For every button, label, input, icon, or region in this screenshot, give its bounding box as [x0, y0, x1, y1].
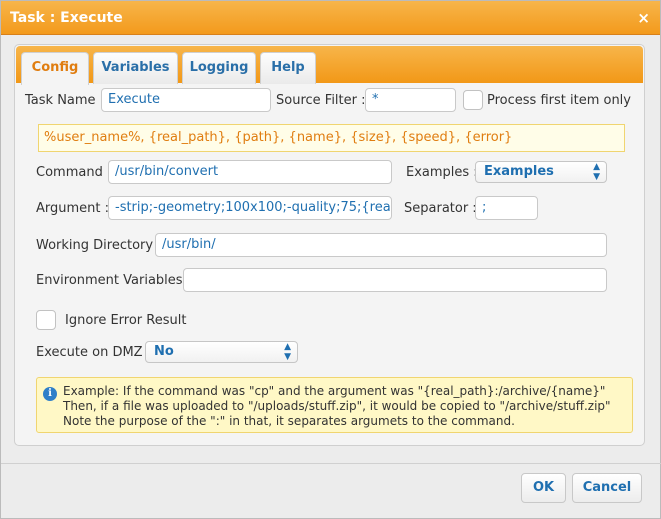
- cancel-button[interactable]: Cancel: [572, 473, 642, 503]
- execute-dmz-value: No: [154, 344, 174, 359]
- ignore-error-label: Ignore Error Result: [65, 313, 187, 328]
- environment-variables-label: Environment Variables :: [36, 273, 192, 288]
- task-name-input[interactable]: Execute: [101, 88, 271, 112]
- working-directory-input[interactable]: /usr/bin/: [155, 233, 607, 257]
- footer-divider: [1, 463, 661, 464]
- argument-label: Argument :: [36, 201, 110, 216]
- tab-help[interactable]: Help: [260, 52, 316, 84]
- ignore-error-checkbox[interactable]: [36, 310, 56, 330]
- close-icon[interactable]: ×: [637, 9, 650, 27]
- tab-variables[interactable]: Variables: [93, 52, 178, 84]
- examples-select-value: Examples: [484, 164, 554, 179]
- command-input[interactable]: /usr/bin/convert: [108, 160, 392, 184]
- execute-dmz-label: Execute on DMZ :: [36, 345, 152, 360]
- info-icon: i: [43, 387, 57, 401]
- separator-label: Separator :: [404, 201, 477, 216]
- title-bar: Task : Execute ×: [1, 1, 660, 35]
- select-arrows-icon: ▲ ▼: [593, 162, 600, 182]
- task-name-label: Task Name :: [25, 93, 105, 108]
- separator-input[interactable]: ;: [475, 196, 538, 220]
- ok-button[interactable]: OK: [521, 473, 566, 503]
- tab-bar: Config Variables Logging Help: [16, 46, 643, 85]
- tab-logging[interactable]: Logging: [182, 52, 256, 84]
- argument-input[interactable]: -strip;-geometry;100x100;-quality;75;{re…: [108, 196, 392, 220]
- source-filter-input[interactable]: *: [365, 88, 456, 112]
- config-panel: Config Variables Logging Help Task Name …: [14, 44, 645, 446]
- execute-dmz-select[interactable]: No ▲ ▼: [145, 341, 298, 363]
- examples-label: Examples :: [406, 165, 478, 180]
- example-note: i Example: If the command was "cp" and t…: [36, 377, 633, 433]
- tab-config[interactable]: Config: [21, 52, 89, 85]
- note-line-2: Then, if a file was uploaded to "/upload…: [63, 399, 611, 413]
- process-first-label: Process first item only: [487, 93, 631, 108]
- process-first-checkbox[interactable]: [463, 90, 483, 110]
- note-line-3: Note the purpose of the ":" in that, it …: [63, 414, 515, 428]
- task-execute-dialog: Task : Execute × Config Variables Loggin…: [0, 0, 661, 519]
- source-filter-label: Source Filter :: [276, 93, 366, 108]
- variables-hint: %user_name%, {real_path}, {path}, {name}…: [38, 124, 625, 152]
- examples-select[interactable]: Examples ▲ ▼: [475, 161, 607, 183]
- dialog-title: Task : Execute: [10, 10, 123, 26]
- command-label: Command :: [36, 165, 112, 180]
- environment-variables-input[interactable]: [183, 268, 607, 292]
- working-directory-label: Working Directory :: [36, 238, 162, 253]
- note-line-1: Example: If the command was "cp" and the…: [63, 384, 606, 398]
- select-arrows-icon: ▲ ▼: [284, 342, 291, 362]
